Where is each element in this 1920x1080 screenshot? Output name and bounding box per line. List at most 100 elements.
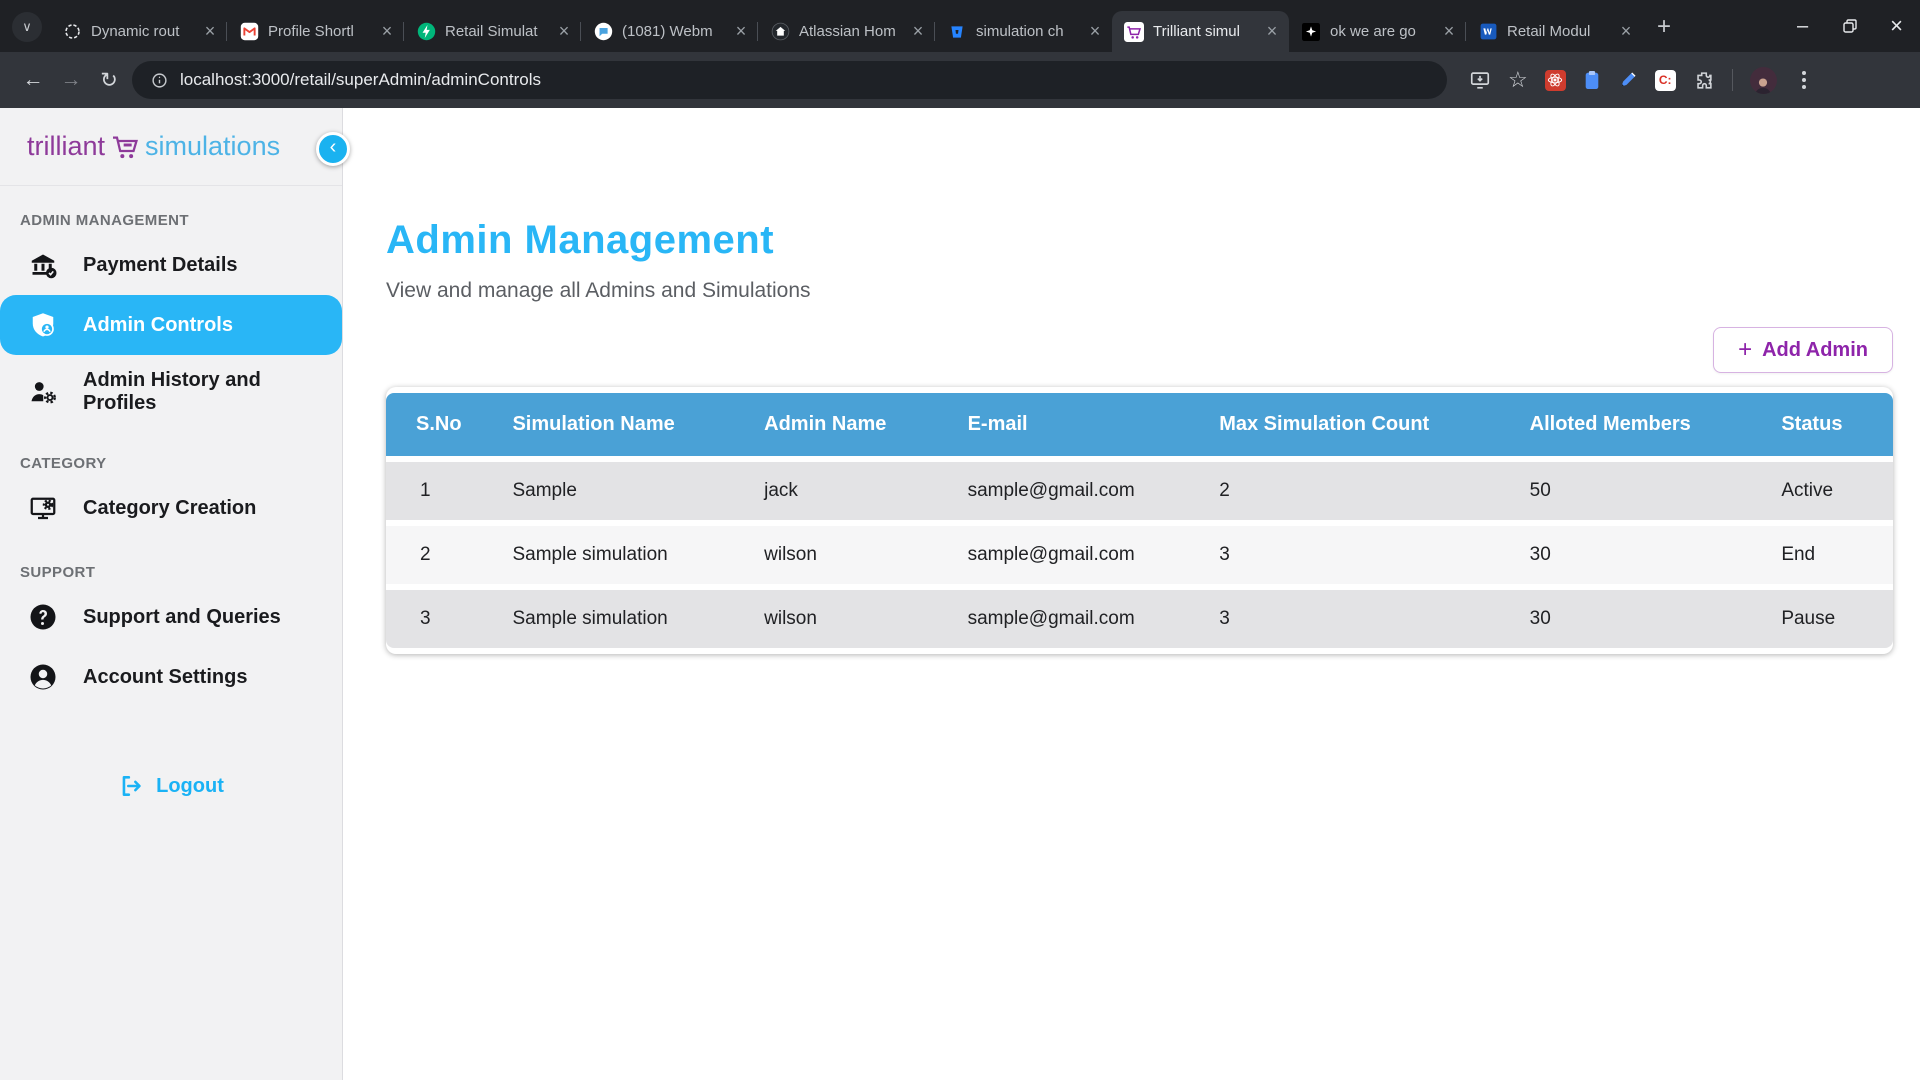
tab-close-icon[interactable]: [1615, 21, 1637, 43]
sidebar-item-payment-details[interactable]: Payment Details: [0, 235, 342, 295]
restore-icon: [1843, 19, 1857, 33]
sidebar-item-label: Category Creation: [83, 497, 256, 520]
browser-tab[interactable]: ok we are go: [1289, 11, 1466, 52]
column-header: Admin Name: [740, 393, 943, 456]
table-cell: sample@gmail.com: [944, 526, 1196, 584]
table-cell: sample@gmail.com: [944, 462, 1196, 520]
table-cell: Sample simulation: [488, 590, 740, 648]
sidebar-item-label: Admin History and Profiles: [83, 369, 330, 415]
table-cell: End: [1757, 526, 1893, 584]
browser-tab[interactable]: (1081) Webm: [581, 11, 758, 52]
extensions-puzzle-icon[interactable]: [1693, 69, 1715, 91]
browser-tab[interactable]: Profile Shortl: [227, 11, 404, 52]
extension-react-icon[interactable]: [1545, 70, 1566, 91]
browser-tab[interactable]: Trilliant simul: [1112, 11, 1289, 52]
table-cell: 2: [1195, 462, 1505, 520]
column-header: E-mail: [944, 393, 1196, 456]
home-icon: [770, 22, 790, 42]
browser-tab[interactable]: Atlassian Hom: [758, 11, 935, 52]
table-cell: 3: [1195, 590, 1505, 648]
back-button[interactable]: [14, 61, 52, 99]
chatgpt-icon: [62, 22, 82, 42]
person-gear-icon: [27, 376, 59, 408]
close-window-button[interactable]: [1873, 0, 1920, 52]
table-row[interactable]: 2Sample simulationwilsonsample@gmail.com…: [386, 526, 1893, 584]
tab-label: ok we are go: [1330, 23, 1429, 40]
table-cell: Pause: [1757, 590, 1893, 648]
tab-close-icon[interactable]: [553, 21, 575, 43]
toolbar-right: C:: [1469, 67, 1814, 94]
sidebar-collapse-button[interactable]: [316, 132, 350, 166]
logout-label: Logout: [156, 775, 224, 798]
sidebar-section-label: SUPPORT: [20, 564, 342, 581]
table-cell: jack: [740, 462, 943, 520]
table-row[interactable]: 1Samplejacksample@gmail.com250Active: [386, 462, 1893, 520]
add-admin-label: Add Admin: [1762, 339, 1868, 362]
tab-label: simulation ch: [976, 23, 1075, 40]
page-title: Admin Management: [386, 218, 1893, 263]
tab-label: Retail Modul: [1507, 23, 1606, 40]
extension-clipboard-icon[interactable]: [1583, 70, 1601, 90]
table-cell: sample@gmail.com: [944, 590, 1196, 648]
browser-tab[interactable]: simulation ch: [935, 11, 1112, 52]
main-content: Admin Management View and manage all Adm…: [343, 108, 1920, 1080]
profile-avatar[interactable]: [1750, 67, 1777, 94]
table-body: 1Samplejacksample@gmail.com250Active2Sam…: [386, 462, 1893, 648]
table-cell: wilson: [740, 590, 943, 648]
chat-bubble-icon: [593, 22, 613, 42]
tab-search-button[interactable]: [12, 12, 42, 42]
sidebar-item-admin-controls[interactable]: Admin Controls: [0, 295, 342, 355]
shield-person-icon: [27, 309, 59, 341]
extension-colorzilla-icon[interactable]: C:: [1655, 70, 1676, 91]
browser-menu-icon[interactable]: [1802, 78, 1806, 82]
table-cell: Sample: [488, 462, 740, 520]
forward-button[interactable]: [52, 61, 90, 99]
sidebar-item-support-and-queries[interactable]: Support and Queries: [0, 587, 342, 647]
sidebar-item-label: Support and Queries: [83, 606, 281, 629]
restore-button[interactable]: [1826, 0, 1873, 52]
sidebar-nav: ADMIN MANAGEMENT Payment DetailsAdmin Con…: [0, 212, 342, 707]
sidebar-item-category-creation[interactable]: Category Creation: [0, 478, 342, 538]
tab-label: Profile Shortl: [268, 23, 367, 40]
install-app-icon[interactable]: [1469, 69, 1491, 91]
table-row[interactable]: 3 Sample simulationwilsonsample@gmail.com…: [386, 590, 1893, 648]
question-icon: [27, 601, 59, 633]
new-tab-button[interactable]: [1647, 10, 1681, 44]
tab-close-icon[interactable]: [1438, 21, 1460, 43]
sidebar-item-admin-history-and-profiles[interactable]: Admin History and Profiles: [0, 355, 342, 429]
tab-label: (1081) Webm: [622, 23, 721, 40]
address-bar[interactable]: localhost:3000/retail/superAdmin/adminCo…: [132, 61, 1447, 99]
tab-close-icon[interactable]: [199, 21, 221, 43]
sidebar-item-label: Account Settings: [83, 666, 247, 689]
browser-tab[interactable]: Retail Modul: [1466, 11, 1643, 52]
plus-icon: [1738, 336, 1752, 364]
logout-button[interactable]: Logout: [0, 773, 342, 799]
tab-close-icon[interactable]: [907, 21, 929, 43]
tab-close-icon[interactable]: [730, 21, 752, 43]
browser-tab[interactable]: Dynamic rout: [50, 11, 227, 52]
logo-text-trilliant: trilliant: [27, 131, 105, 162]
tab-close-icon[interactable]: [376, 21, 398, 43]
app-window: trilliant simulations ADMIN MANAGEMENTPa…: [0, 108, 1920, 1080]
table-header-row: S.NoSimulation NameAdmin NameE-mailMax S…: [386, 393, 1893, 456]
account-icon: [27, 661, 59, 693]
column-header: Alloted Members: [1506, 393, 1758, 456]
tab-close-icon[interactable]: [1261, 21, 1283, 43]
spider-icon: [1301, 22, 1321, 42]
site-info-icon[interactable]: [144, 65, 174, 95]
add-admin-button[interactable]: Add Admin: [1713, 327, 1893, 373]
page-subtitle: View and manage all Admins and Simulatio…: [386, 279, 1893, 303]
tab-close-icon[interactable]: [1084, 21, 1106, 43]
sidebar: trilliant simulations ADMIN MANAGEMENTPa…: [0, 108, 343, 1080]
cart-logo-icon: [108, 130, 142, 164]
logout-icon: [118, 773, 144, 799]
extension-pen-icon[interactable]: [1618, 70, 1638, 90]
minimize-button[interactable]: [1779, 0, 1826, 52]
cart-icon: [1124, 22, 1144, 42]
sidebar-item-account-settings[interactable]: Account Settings: [0, 647, 342, 707]
reload-button[interactable]: [90, 61, 128, 99]
browser-tab[interactable]: Retail Simulat: [404, 11, 581, 52]
tab-label: Retail Simulat: [445, 23, 544, 40]
sidebar-section-label: ADMIN MANAGEMENT: [20, 212, 342, 229]
bookmark-star-icon[interactable]: [1508, 67, 1528, 93]
